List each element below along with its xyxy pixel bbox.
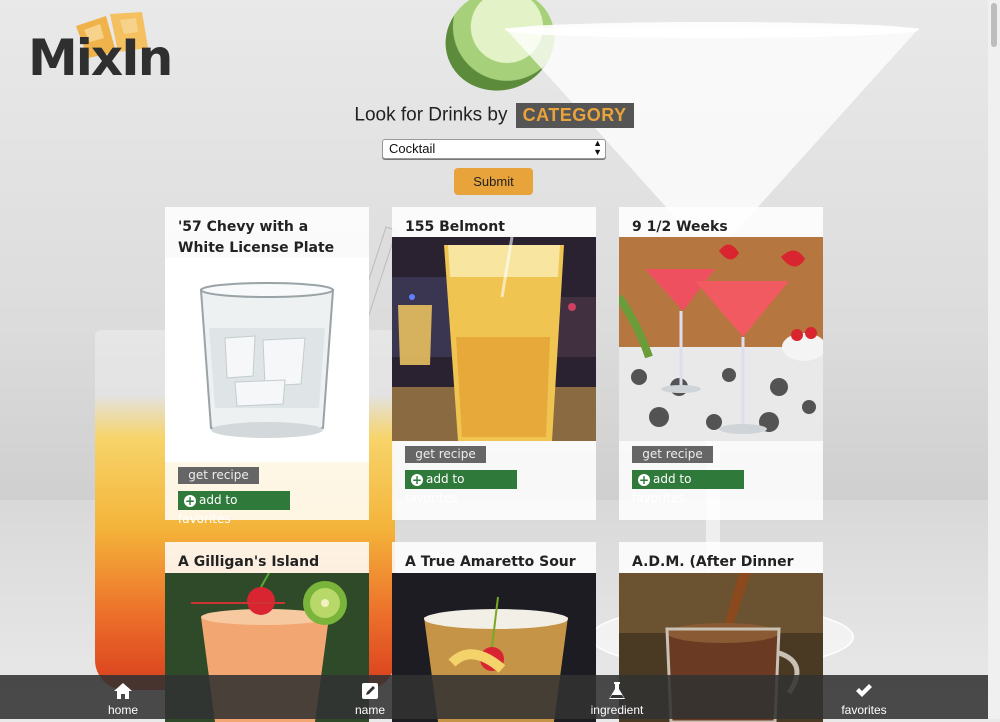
- tab-favorites[interactable]: favorites: [804, 675, 924, 719]
- drink-card: 9 1/2 Weeks get recipe + add to favorite…: [619, 207, 823, 520]
- drink-image: [165, 258, 369, 462]
- drink-photo[interactable]: [392, 237, 596, 441]
- add-to-favorites-button[interactable]: + add to favorites: [405, 470, 517, 505]
- drink-image: [619, 237, 823, 441]
- flask-icon: [609, 682, 625, 699]
- heading-text: Look for Drinks by: [354, 104, 508, 126]
- check-icon: [856, 684, 872, 697]
- tab-name-label: name: [354, 703, 386, 717]
- tab-home[interactable]: home: [63, 675, 183, 719]
- mixin-logo[interactable]: MixIn: [28, 8, 178, 87]
- edit-icon: [362, 683, 378, 699]
- submit-button[interactable]: Submit: [454, 168, 533, 195]
- tab-home-label: home: [107, 703, 139, 717]
- category-heading: Look for Drinks by CATEGORY: [0, 103, 988, 128]
- page-scrollbar[interactable]: [988, 0, 1000, 719]
- category-badge: CATEGORY: [515, 103, 634, 128]
- get-recipe-button[interactable]: get recipe: [632, 446, 713, 463]
- category-select[interactable]: Cocktail ▲ ▼: [382, 139, 606, 159]
- add-to-favorites-button[interactable]: + add to favorites: [178, 491, 290, 526]
- plus-circle-icon: +: [411, 473, 423, 487]
- drink-name: 155 Belmont: [405, 219, 505, 235]
- drink-name: 9 1/2 Weeks: [632, 219, 728, 235]
- plus-circle-icon: +: [638, 473, 650, 487]
- category-select-value: Cocktail: [389, 141, 436, 156]
- tab-name[interactable]: name: [310, 675, 430, 719]
- drink-card: '57 Chevy with a White License Plate get…: [165, 207, 369, 526]
- drink-name: A Gilligan's Island: [178, 554, 320, 570]
- drink-photo[interactable]: [165, 258, 369, 462]
- drink-name: A True Amaretto Sour: [405, 554, 576, 570]
- tab-ingredient[interactable]: ingredient: [557, 675, 677, 719]
- tab-ingredient-label: ingredient: [590, 703, 644, 717]
- get-recipe-button[interactable]: get recipe: [178, 467, 259, 484]
- tab-favorites-label: favorites: [841, 703, 887, 717]
- home-icon: [114, 683, 132, 699]
- add-to-favorites-button[interactable]: + add to favorites: [632, 470, 744, 505]
- bottom-tab-bar: home name ingredient favorites: [0, 675, 988, 719]
- drink-image: [392, 237, 596, 441]
- drink-photo[interactable]: [619, 237, 823, 441]
- drink-card: 155 Belmont get recipe + add to favorites: [392, 207, 596, 520]
- scrollbar-thumb[interactable]: [991, 3, 997, 47]
- logo-wordmark: MixIn: [28, 29, 173, 87]
- drink-name: '57 Chevy with a White License Plate: [178, 219, 335, 256]
- select-arrows-icon: ▲ ▼: [593, 138, 602, 157]
- plus-circle-icon: +: [184, 494, 196, 508]
- get-recipe-button[interactable]: get recipe: [405, 446, 486, 463]
